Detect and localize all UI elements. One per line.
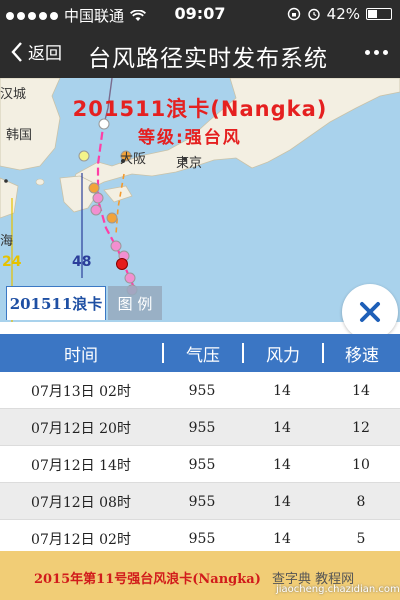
track-point <box>124 272 136 284</box>
cell-pressure: 955 <box>188 419 216 436</box>
column-header-wind: 风力 <box>266 345 300 366</box>
cell-pressure: 955 <box>188 493 216 510</box>
land-kyushu <box>59 175 97 213</box>
cell-speed: 8 <box>356 493 366 510</box>
close-panel-button[interactable] <box>342 284 398 340</box>
cell-speed: 10 <box>352 456 370 473</box>
table-row[interactable]: 07月12日 08时 955 14 8 <box>0 483 400 520</box>
place-label-korea-partial: 汉城 <box>0 87 27 102</box>
track-point <box>90 204 102 216</box>
table-header: 时间 气压 风力 移速 <box>0 334 400 372</box>
track-point <box>110 240 122 252</box>
latitude-label-24: 24 <box>2 254 22 270</box>
cell-speed: 14 <box>352 382 370 399</box>
place-label-korea: 韩国 <box>6 128 33 143</box>
column-header-time: 时间 <box>64 345 98 366</box>
status-bar: 中国联通 09:07 42% <box>0 0 400 28</box>
tab-storm-info[interactable]: 201511浪卡 <box>6 286 106 320</box>
battery-icon <box>366 8 392 20</box>
track-point <box>106 212 118 224</box>
cell-time: 07月12日 20时 <box>31 420 131 437</box>
cell-wind: 14 <box>273 493 291 510</box>
watermark-url: jiaocheng.chazidian.com <box>276 584 400 595</box>
track-point <box>88 182 100 194</box>
more-menu-button[interactable] <box>365 50 388 55</box>
status-right: 42% <box>287 5 392 23</box>
footer-storm-caption: 2015年第11号强台风浪卡(Nangka) <box>34 572 261 587</box>
cell-wind: 14 <box>273 456 291 473</box>
back-button[interactable]: 返回 <box>10 39 62 64</box>
column-header-speed: 移速 <box>345 345 379 366</box>
orientation-lock-icon <box>287 7 300 21</box>
back-label: 返回 <box>28 44 62 64</box>
page-title: 台风路径实时发布系统 <box>88 46 328 72</box>
cell-pressure: 955 <box>188 456 216 473</box>
cell-wind: 14 <box>273 382 291 399</box>
land-west <box>0 177 19 219</box>
place-label-osaka: 大阪 <box>120 152 147 167</box>
cell-speed: 12 <box>352 419 370 436</box>
cell-time: 07月13日 02时 <box>31 383 131 400</box>
storm-level: 等级:强台风 <box>138 128 242 148</box>
place-label-sea-partial: 海 <box>0 234 14 249</box>
tab-legend[interactable]: 图 例 <box>108 286 162 320</box>
table-row[interactable]: 07月13日 02时 955 14 14 <box>0 372 400 409</box>
alarm-icon <box>307 8 320 21</box>
chevron-left-icon <box>11 41 22 62</box>
track-point <box>78 150 90 162</box>
forecast-path-orange <box>115 173 125 235</box>
cell-wind: 14 <box>273 419 291 436</box>
cell-pressure: 955 <box>188 382 216 399</box>
track-point <box>92 192 104 204</box>
storm-title: 201511浪卡(Nangka) <box>72 97 328 121</box>
info-tab-bar: 201511浪卡 图 例 <box>0 286 400 320</box>
cell-time: 07月12日 14时 <box>31 457 131 474</box>
close-icon <box>360 302 380 322</box>
table-row[interactable]: 07月12日 14时 955 14 10 <box>0 446 400 483</box>
nav-bar: 返回 台风路径实时发布系统 <box>0 28 400 78</box>
battery-percent: 42% <box>326 5 360 23</box>
table-row[interactable]: 07月12日 20时 955 14 12 <box>0 409 400 446</box>
typhoon-current-position <box>116 258 128 270</box>
land-shikoku <box>103 185 133 203</box>
cell-time: 07月12日 08时 <box>31 494 131 511</box>
column-header-pressure: 气压 <box>186 345 220 366</box>
latitude-label-48: 48 <box>72 254 92 270</box>
place-label-tokyo: 東京 <box>176 156 203 171</box>
